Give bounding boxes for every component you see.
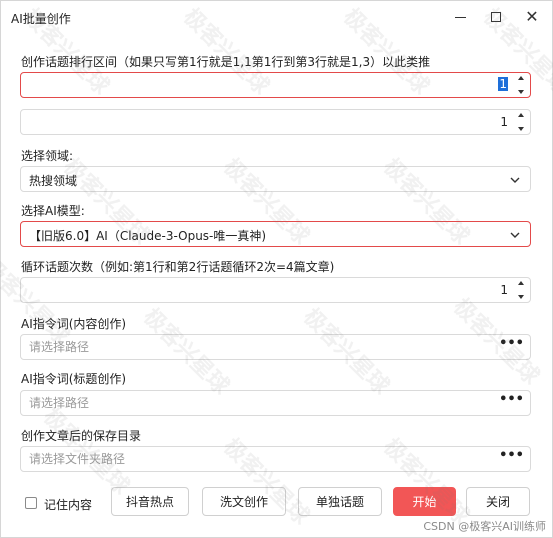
content-prompt-label: AI指令词(内容创作) [21,317,127,331]
remember-checkbox[interactable] [25,497,37,509]
chevron-down-icon [510,177,520,183]
content-prompt-browse-button[interactable]: ••• [499,336,524,351]
window-title: AI批量创作 [11,12,71,26]
start-button[interactable]: 开始 [393,487,456,516]
minimize-icon [454,16,466,18]
domain-label: 选择领域: [21,149,74,163]
remember-label[interactable]: 记住内容 [44,496,92,513]
save-dir-browse-button[interactable]: ••• [499,448,524,463]
title-prompt-label: AI指令词(标题创作) [21,372,127,386]
topic-range-label: 创作话题排行区间（如果只写第1行就是1,1第1行到第3行就是1,3）以此类推 [21,55,431,69]
range-start-value: 1 [498,77,508,91]
model-label: 选择AI模型: [21,204,85,218]
save-dir-path-field[interactable]: ••• [20,446,531,472]
step-up-icon[interactable] [518,281,524,285]
model-select[interactable]: 【旧版6.0】AI（Claude-3-Opus-唯一真神) [20,221,531,247]
maximize-icon [491,12,501,22]
title-prompt-path-field[interactable]: ••• [20,390,531,416]
maximize-button[interactable] [480,5,512,29]
domain-selected-value: 热搜领域 [29,174,78,188]
model-selected-value: 【旧版6.0】AI（Claude-3-Opus-唯一真神) [29,229,267,243]
title-prompt-path-input[interactable] [21,391,517,415]
close-button[interactable]: 关闭 [466,487,530,516]
rewrite-create-button[interactable]: 洗文创作 [202,487,286,516]
title-bar: AI批量创作 ✕ [1,1,552,33]
save-dir-label: 创作文章后的保存目录 [21,429,142,443]
close-icon: ✕ [525,7,539,26]
step-up-icon[interactable] [518,113,524,117]
step-down-icon[interactable] [518,127,524,131]
range-start-spinbox[interactable]: 1 [20,72,531,98]
domain-select[interactable]: 热搜领域 [20,166,531,192]
range-end-spinbox[interactable]: 1 [20,109,531,135]
step-down-icon[interactable] [518,90,524,94]
single-topic-button[interactable]: 单独话题 [298,487,382,516]
batch-create-window: AI批量创作 ✕ 创作话题排行区间（如果只写第1行就是1,1第1行到第3行就是1… [0,0,553,538]
douyin-hot-button[interactable]: 抖音热点 [111,487,189,516]
chevron-down-icon [510,232,520,238]
loop-label: 循环话题次数（例如:第1行和第2行话题循环2次=4篇文章) [21,260,335,274]
close-window-button[interactable]: ✕ [516,5,548,29]
step-down-icon[interactable] [518,295,524,299]
save-dir-path-input[interactable] [21,447,517,471]
loop-stepper[interactable] [516,281,526,299]
range-end-value: 1 [500,115,508,129]
csdn-credit: CSDN @极客兴AI训练师 [423,520,546,533]
step-up-icon[interactable] [518,76,524,80]
range-start-stepper[interactable] [516,76,526,94]
content-prompt-path-input[interactable] [21,335,517,359]
title-prompt-browse-button[interactable]: ••• [499,392,524,407]
loop-spinbox[interactable]: 1 [20,277,531,303]
content-prompt-path-field[interactable]: ••• [20,334,531,360]
minimize-button[interactable] [444,5,476,29]
loop-value: 1 [500,283,508,297]
range-end-stepper[interactable] [516,113,526,131]
